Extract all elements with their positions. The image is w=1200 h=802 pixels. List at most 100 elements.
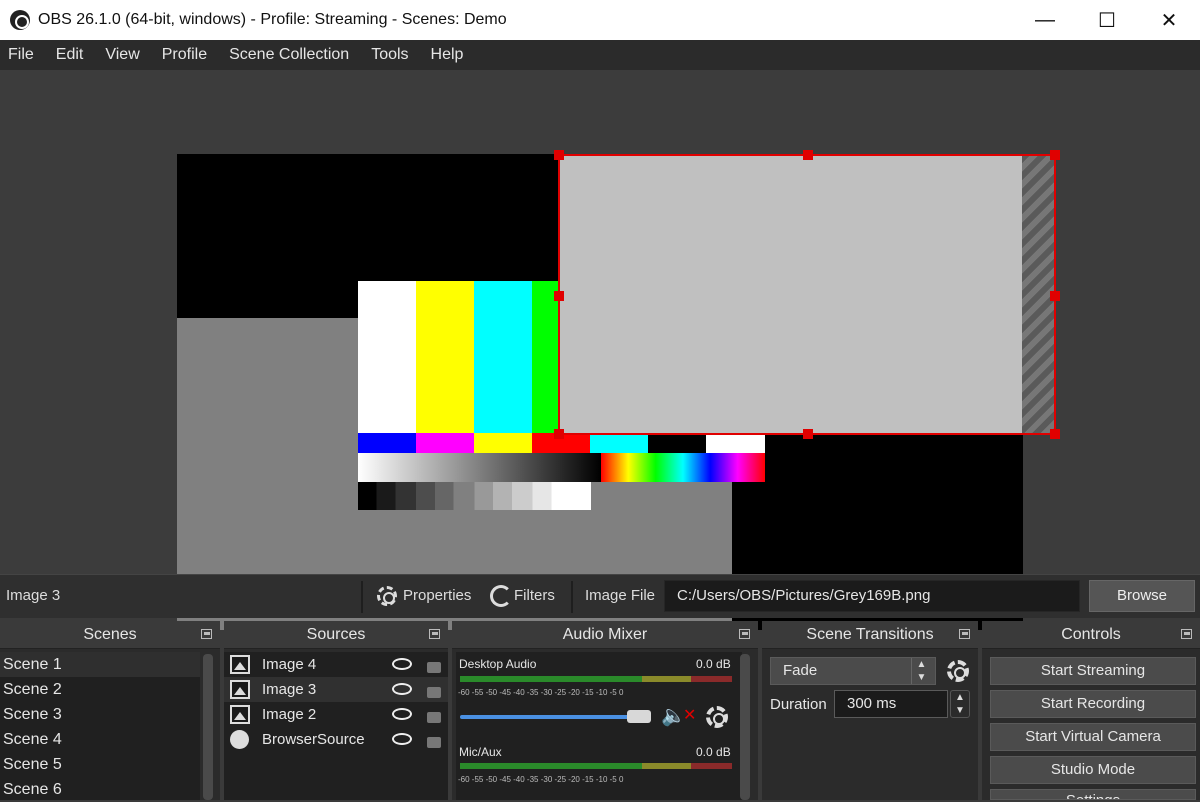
lock-icon[interactable] <box>427 737 441 748</box>
visibility-eye-icon[interactable] <box>392 683 412 695</box>
volume-slider-handle[interactable] <box>627 710 651 723</box>
menu-tools[interactable]: Tools <box>360 40 419 70</box>
resize-handle[interactable] <box>1050 291 1060 301</box>
controls-title: Controls <box>1061 626 1121 643</box>
image-icon <box>230 705 250 724</box>
window-title: OBS 26.1.0 (64-bit, windows) - Profile: … <box>38 11 507 28</box>
resize-handle[interactable] <box>554 150 564 160</box>
settings-button[interactable]: Settings <box>990 789 1196 800</box>
undock-icon[interactable] <box>959 629 970 639</box>
undock-icon[interactable] <box>429 629 440 639</box>
scene-item[interactable]: Scene 3 <box>0 702 200 727</box>
source-item[interactable]: BrowserSource <box>224 727 448 752</box>
close-button[interactable]: ✕ <box>1146 0 1192 40</box>
image-file-label: Image File <box>585 587 656 604</box>
gear-icon[interactable] <box>706 706 728 728</box>
resize-handle[interactable] <box>1050 429 1060 439</box>
chevron-updown-icon: ▲ ▼ <box>911 658 931 684</box>
properties-label[interactable]: Properties <box>403 587 471 604</box>
globe-icon <box>230 730 249 749</box>
title-bar: OBS 26.1.0 (64-bit, windows) - Profile: … <box>0 0 1200 40</box>
lock-icon[interactable] <box>427 662 441 673</box>
scene-item[interactable]: Scene 6 <box>0 777 200 802</box>
lock-icon[interactable] <box>427 687 441 698</box>
transition-value: Fade <box>783 662 818 679</box>
menu-edit[interactable]: Edit <box>45 40 95 70</box>
image-file-path-field[interactable]: C:/Users/OBS/Pictures/Grey169B.png <box>664 580 1080 612</box>
source-name: Image 3 <box>262 681 317 698</box>
undock-icon[interactable] <box>201 629 212 639</box>
menu-profile[interactable]: Profile <box>151 40 218 70</box>
preview-area[interactable] <box>0 70 1200 630</box>
gear-icon <box>377 586 397 606</box>
browse-button[interactable]: Browse <box>1089 580 1195 612</box>
source-item[interactable]: Image 3 <box>224 677 448 702</box>
transition-settings-gear-icon[interactable] <box>947 660 969 682</box>
visibility-eye-icon[interactable] <box>392 658 412 670</box>
scene-item[interactable]: Scene 2 <box>0 677 200 702</box>
separator <box>571 581 573 613</box>
resize-handle[interactable] <box>554 291 564 301</box>
image-icon <box>230 680 250 699</box>
undock-icon[interactable] <box>739 629 750 639</box>
start-virtual-camera-button[interactable]: Start Virtual Camera <box>990 723 1196 751</box>
undock-icon[interactable] <box>1181 629 1192 639</box>
menu-bar: File Edit View Profile Scene Collection … <box>0 40 1200 70</box>
source-name: BrowserSource <box>262 731 365 748</box>
duration-input[interactable]: 300 ms <box>834 690 948 718</box>
start-recording-button[interactable]: Start Recording <box>990 690 1196 718</box>
filters-label[interactable]: Filters <box>514 587 555 604</box>
desktop-audio-scale: -60 -55 -50 -45 -40 -35 -30 -25 -20 -15 … <box>458 688 624 697</box>
desktop-audio-meter <box>460 676 732 682</box>
visibility-eye-icon[interactable] <box>392 708 412 720</box>
separator <box>361 581 363 613</box>
selected-source-label: Image 3 <box>6 587 61 604</box>
source-name: Image 2 <box>262 706 317 723</box>
transition-select[interactable]: Fade ▲ ▼ <box>770 657 936 685</box>
mic-aux-label: Mic/Aux <box>459 745 502 759</box>
desktop-audio-label: Desktop Audio <box>459 657 537 671</box>
resize-handle[interactable] <box>554 429 564 439</box>
resize-handle[interactable] <box>1050 150 1060 160</box>
menu-file[interactable]: File <box>0 40 45 70</box>
filters-icon[interactable] <box>490 585 512 607</box>
scene-item[interactable]: Scene 1 <box>0 652 200 677</box>
duration-label: Duration <box>770 696 827 713</box>
image-icon <box>230 655 250 674</box>
scenes-scrollbar[interactable] <box>203 654 213 800</box>
scene-transitions-title: Scene Transitions <box>806 626 934 643</box>
audio-mixer-title: Audio Mixer <box>562 626 648 643</box>
menu-help[interactable]: Help <box>420 40 475 70</box>
menu-view[interactable]: View <box>94 40 150 70</box>
start-streaming-button[interactable]: Start Streaming <box>990 657 1196 685</box>
scenes-title: Scenes <box>83 626 137 643</box>
source-item[interactable]: Image 4 <box>224 652 448 677</box>
lock-icon[interactable] <box>427 712 441 723</box>
scene-item[interactable]: Scene 5 <box>0 752 200 777</box>
properties-bar: Image 3 Properties Filters Image File C:… <box>0 574 1200 618</box>
mixer-scrollbar[interactable] <box>740 654 750 800</box>
visibility-eye-icon[interactable] <box>392 733 412 745</box>
duration-value: 300 ms <box>847 695 897 712</box>
scene-item[interactable]: Scene 4 <box>0 727 200 752</box>
resize-handle[interactable] <box>803 150 813 160</box>
resize-handle[interactable] <box>803 429 813 439</box>
desktop-audio-level: 0.0 dB <box>696 657 731 671</box>
mic-aux-meter <box>460 763 732 769</box>
maximize-button[interactable]: ☐ <box>1084 0 1130 40</box>
scenes-dock: Scenes Scene 1 Scene 2 Scene 3 Scene 4 S… <box>0 621 220 800</box>
sources-list[interactable]: Image 4 Image 3 Image 2 BrowserSource <box>224 652 448 800</box>
minimize-button[interactable]: — <box>1022 0 1068 40</box>
preview-canvas[interactable] <box>177 150 1060 630</box>
mute-x-icon: ✕ <box>683 707 697 724</box>
selection-box[interactable] <box>554 150 1060 439</box>
obs-logo-icon <box>10 10 30 30</box>
source-item[interactable]: Image 2 <box>224 702 448 727</box>
duration-spinner[interactable]: ▲ ▼ <box>950 690 970 718</box>
mic-aux-scale: -60 -55 -50 -45 -40 -35 -30 -25 -20 -15 … <box>458 775 624 784</box>
menu-scene-collection[interactable]: Scene Collection <box>218 40 360 70</box>
properties-button[interactable] <box>375 584 399 608</box>
scenes-list[interactable]: Scene 1 Scene 2 Scene 3 Scene 4 Scene 5 … <box>0 652 200 800</box>
desktop-audio-volume-slider[interactable] <box>460 715 635 719</box>
studio-mode-button[interactable]: Studio Mode <box>990 756 1196 784</box>
